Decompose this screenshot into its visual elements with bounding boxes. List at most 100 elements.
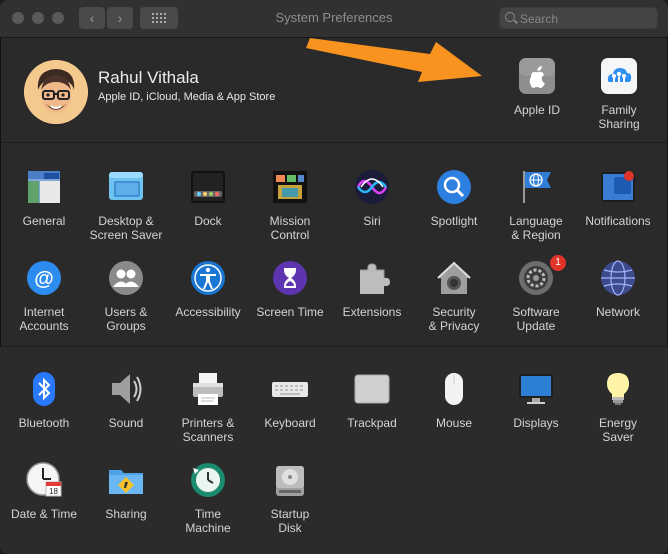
pane-label: Siri	[363, 214, 381, 228]
users-icon	[106, 258, 146, 298]
pane-label: Users & Groups	[104, 305, 148, 333]
pane-label: Network	[595, 305, 640, 319]
sound-icon	[106, 369, 146, 409]
pane-label: Sharing	[105, 507, 147, 521]
pane-label: Keyboard	[264, 416, 316, 430]
pane-energy-saver[interactable]: Energy Saver	[578, 369, 658, 455]
pane-siri[interactable]: Siri	[332, 167, 412, 253]
divider	[0, 142, 668, 143]
pane-sound[interactable]: Sound	[86, 369, 166, 455]
displays-icon	[516, 369, 556, 409]
pane-label: Date & Time	[10, 507, 78, 521]
user-name: Rahul Vithala	[98, 68, 199, 87]
pane-label: Notifications	[585, 214, 651, 228]
spotlight-icon	[434, 167, 474, 207]
dock-icon	[188, 167, 228, 207]
keyboard-icon	[270, 369, 310, 409]
pane-apple-id[interactable]: Apple ID	[497, 56, 577, 142]
pane-general[interactable]: General	[4, 167, 84, 253]
mouse-icon	[434, 369, 474, 409]
siri-icon	[352, 167, 392, 207]
pane-users[interactable]: Users & Groups	[86, 258, 166, 344]
energy-saver-icon	[598, 369, 638, 409]
pane-software-update[interactable]: 1 Software Update	[496, 255, 576, 344]
pane-label: Bluetooth	[18, 416, 70, 430]
pane-mouse[interactable]: Mouse	[414, 369, 494, 455]
pane-displays[interactable]: Displays	[496, 369, 576, 455]
internet-accounts-icon: @	[24, 258, 64, 298]
language-icon	[516, 167, 556, 207]
printer-icon	[188, 369, 228, 409]
pane-label: Internet Accounts	[19, 305, 69, 333]
mission-control-icon	[270, 167, 310, 207]
general-icon	[24, 167, 64, 207]
time-machine-icon	[188, 460, 228, 500]
pane-label: Security & Privacy	[428, 305, 480, 333]
date-time-icon: 18	[24, 460, 64, 500]
account-subtitle: Apple ID, iCloud, Media & App Store	[98, 91, 276, 103]
pane-label: Time Machine	[185, 507, 231, 535]
security-icon	[434, 258, 474, 298]
pane-mission-control[interactable]: Mission Control	[250, 167, 330, 253]
pane-bluetooth[interactable]: Bluetooth	[4, 369, 84, 455]
pane-keyboard[interactable]: Keyboard	[250, 369, 330, 455]
pane-startup-disk[interactable]: Startup Disk	[250, 460, 330, 546]
trackpad-icon	[352, 369, 392, 409]
pane-internet-accounts[interactable]: @ Internet Accounts	[4, 258, 84, 344]
update-badge: 1	[550, 255, 566, 271]
pane-security[interactable]: Security & Privacy	[414, 258, 494, 344]
pane-label: Desktop & Screen Saver	[89, 214, 163, 242]
pane-label: Apple ID	[513, 103, 561, 117]
startup-disk-icon	[270, 460, 310, 500]
pane-label: Family Sharing	[598, 103, 640, 131]
search-field[interactable]	[499, 7, 658, 29]
pane-time-machine[interactable]: Time Machine	[168, 460, 248, 546]
pane-label: Sound	[108, 416, 144, 430]
pane-family-sharing[interactable]: Family Sharing	[579, 56, 659, 142]
notifications-icon	[598, 167, 638, 207]
pane-label: Extensions	[342, 305, 402, 319]
pane-label: Displays	[513, 416, 559, 430]
search-input[interactable]	[518, 10, 652, 28]
pane-desktop[interactable]: Desktop & Screen Saver	[86, 167, 166, 253]
pane-label: Startup Disk	[270, 507, 310, 535]
pane-screen-time[interactable]: Screen Time	[250, 258, 330, 344]
pane-extensions[interactable]: Extensions	[332, 258, 412, 344]
pane-trackpad[interactable]: Trackpad	[332, 369, 412, 455]
pane-label: Software Update	[512, 305, 560, 333]
sharing-icon	[106, 460, 146, 500]
arrow-annotation	[306, 38, 482, 82]
pane-label: Mission Control	[269, 214, 311, 242]
screen-time-icon	[270, 258, 310, 298]
pane-dock[interactable]: Dock	[168, 167, 248, 253]
pane-label: Dock	[194, 214, 222, 228]
pane-notifications[interactable]: Notifications	[578, 167, 658, 253]
pane-printer[interactable]: Printers & Scanners	[168, 369, 248, 455]
pane-date-time[interactable]: 18 Date & Time	[4, 460, 84, 546]
network-icon	[598, 258, 638, 298]
title-bar: ‹ › System Preferences	[0, 0, 668, 38]
pane-label: Printers & Scanners	[181, 416, 235, 444]
pane-network[interactable]: Network	[578, 258, 658, 344]
pane-label: Trackpad	[347, 416, 397, 430]
pane-label: Screen Time	[256, 305, 324, 319]
pane-label: Accessibility	[175, 305, 241, 319]
pane-label: Spotlight	[430, 214, 478, 228]
family-sharing-icon	[599, 56, 639, 96]
pane-spotlight[interactable]: Spotlight	[414, 167, 494, 253]
svg-text:18: 18	[49, 487, 58, 496]
system-preferences-window: ‹ › System Preferences Search Rahul Vith…	[0, 0, 668, 554]
pane-label: Language & Region	[509, 214, 563, 242]
pane-language[interactable]: Language & Region	[496, 167, 576, 253]
pane-label: Energy Saver	[598, 416, 638, 444]
avatar[interactable]	[24, 60, 88, 124]
search-icon	[505, 12, 515, 22]
pane-label: Mouse	[435, 416, 473, 430]
accessibility-icon	[188, 258, 228, 298]
apple-id-icon	[517, 56, 557, 96]
extensions-icon	[352, 258, 392, 298]
svg-text:@: @	[34, 268, 54, 290]
pane-accessibility[interactable]: Accessibility	[168, 258, 248, 344]
pane-sharing[interactable]: Sharing	[86, 460, 166, 546]
desktop-icon	[106, 167, 146, 207]
